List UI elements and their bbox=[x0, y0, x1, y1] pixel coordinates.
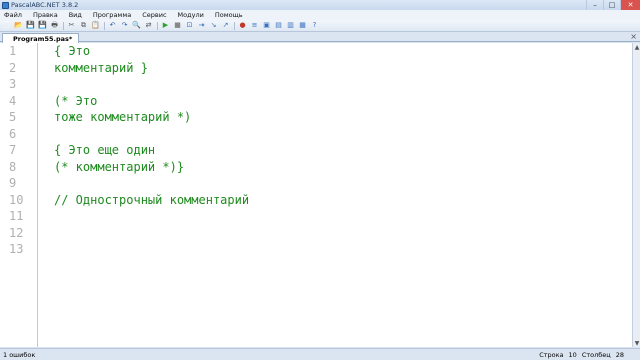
find-icon[interactable]: 🔍 bbox=[132, 21, 141, 30]
vertical-scrollbar[interactable]: ▲ ▼ bbox=[632, 43, 640, 347]
cursor-position: Строка 10 Столбец 28 bbox=[539, 351, 624, 359]
project-icon[interactable]: ▥ bbox=[286, 21, 295, 30]
line-number: 5 bbox=[9, 110, 17, 124]
breakpoint-icon[interactable]: ● bbox=[238, 21, 247, 30]
line-number: 9 bbox=[9, 176, 17, 190]
menu-file[interactable]: Файл bbox=[4, 11, 22, 19]
scroll-up-icon[interactable]: ▲ bbox=[633, 43, 640, 51]
window-title: PascalABC.NET 3.8.2 bbox=[11, 1, 79, 9]
settings-icon[interactable]: ▦ bbox=[298, 21, 307, 30]
step-into-icon[interactable]: ↘ bbox=[209, 21, 218, 30]
line-number: 7 bbox=[9, 143, 17, 157]
code-line[interactable]: { Это еще один bbox=[54, 142, 155, 159]
format-icon[interactable]: ≡ bbox=[250, 21, 259, 30]
row-label: Строка bbox=[539, 350, 564, 359]
step-out-icon[interactable]: ↗ bbox=[221, 21, 230, 30]
replace-icon[interactable]: ⇄ bbox=[144, 21, 153, 30]
code-line[interactable]: { Это bbox=[54, 43, 90, 60]
scroll-down-icon[interactable]: ▼ bbox=[633, 339, 640, 347]
menu-edit[interactable]: Правка bbox=[33, 11, 58, 19]
app-icon bbox=[2, 1, 9, 9]
menu-bar: Файл Правка Вид Программа Сервис Модули … bbox=[0, 10, 640, 20]
new-file-icon[interactable]: 🗋 bbox=[2, 21, 11, 30]
error-count: 1 ошибок bbox=[3, 350, 36, 359]
line-number: 6 bbox=[9, 126, 17, 141]
status-bar: 1 ошибок Строка 10 Столбец 28 bbox=[0, 348, 640, 360]
save-all-icon[interactable]: 💾 bbox=[38, 21, 47, 30]
row-value: 10 bbox=[568, 350, 577, 359]
toolbar: 🗋 📂 💾 💾 🖶 ✂ ⧉ 📋 ↶ ↷ 🔍 ⇄ ▶ ■ ⊡ ⇥ ↘ ↗ ● ≡ ▣ ▤ ▥ ▦? bbox=[0, 20, 640, 32]
open-folder-icon[interactable]: 📂 bbox=[14, 21, 23, 30]
line-number: 11 bbox=[9, 209, 24, 223]
line-number: 3 bbox=[9, 77, 17, 91]
menu-service[interactable]: Сервис bbox=[142, 11, 166, 19]
cut-icon[interactable]: ✂ bbox=[67, 21, 76, 30]
line-number: 10 bbox=[9, 192, 24, 207]
title-bar: PascalABC.NET 3.8.2 – □ ✕ bbox=[0, 0, 640, 10]
line-number: 1 bbox=[9, 44, 17, 58]
menu-modules[interactable]: Модули bbox=[178, 11, 204, 19]
minimize-button[interactable]: – bbox=[586, 0, 603, 10]
close-tab-icon[interactable]: × bbox=[630, 32, 637, 41]
code-line[interactable]: (* комментарий *)} bbox=[54, 159, 184, 176]
run-icon[interactable]: ▶ bbox=[161, 21, 170, 30]
help-icon[interactable]: ? bbox=[310, 21, 319, 30]
line-number: 4 bbox=[9, 93, 17, 108]
maximize-button[interactable]: □ bbox=[603, 0, 620, 10]
tab-program55[interactable]: Program55.pas* bbox=[2, 33, 80, 43]
menu-help[interactable]: Помощь bbox=[215, 11, 243, 19]
code-line[interactable]: комментарий } bbox=[54, 60, 148, 77]
gutter-divider bbox=[37, 43, 38, 347]
line-number: 12 bbox=[9, 225, 24, 240]
paste-icon[interactable]: 📋 bbox=[91, 21, 100, 30]
step-over-icon[interactable]: ⇥ bbox=[197, 21, 206, 30]
output-window-icon[interactable]: ▤ bbox=[274, 21, 283, 30]
code-line[interactable]: (* Это bbox=[54, 93, 97, 110]
tab-label: Program55.pas* bbox=[13, 34, 73, 43]
save-icon[interactable]: 💾 bbox=[26, 21, 35, 30]
line-number: 8 bbox=[9, 159, 17, 174]
tab-strip: Program55.pas* bbox=[0, 32, 640, 43]
debug-icon[interactable]: ⊡ bbox=[185, 21, 194, 30]
undo-icon[interactable]: ↶ bbox=[108, 21, 117, 30]
toolbar-separator bbox=[234, 21, 235, 30]
col-label: Столбец bbox=[581, 350, 611, 359]
line-number: 13 bbox=[9, 242, 24, 256]
col-value: 28 bbox=[615, 350, 624, 359]
toggle-panel-icon[interactable]: ▣ bbox=[262, 21, 271, 30]
menu-view[interactable]: Вид bbox=[69, 11, 82, 19]
print-icon[interactable]: 🖶 bbox=[50, 21, 59, 30]
window-controls: – □ ✕ bbox=[586, 0, 640, 10]
toolbar-separator bbox=[63, 21, 64, 30]
code-line[interactable]: // Однострочный комментарий bbox=[54, 192, 249, 209]
toolbar-separator bbox=[104, 21, 105, 30]
redo-icon[interactable]: ↷ bbox=[120, 21, 129, 30]
menu-program[interactable]: Программа bbox=[93, 11, 131, 19]
copy-icon[interactable]: ⧉ bbox=[79, 21, 88, 30]
code-line[interactable]: тоже комментарий *) bbox=[54, 109, 191, 126]
stop-icon[interactable]: ■ bbox=[173, 21, 182, 30]
line-number: 2 bbox=[9, 60, 17, 75]
toolbar-separator bbox=[157, 21, 158, 30]
code-editor[interactable]: 1 { Это 2 комментарий } 3 4 (* Это 5 тоже коммен… bbox=[0, 43, 632, 347]
close-button[interactable]: ✕ bbox=[620, 0, 640, 10]
